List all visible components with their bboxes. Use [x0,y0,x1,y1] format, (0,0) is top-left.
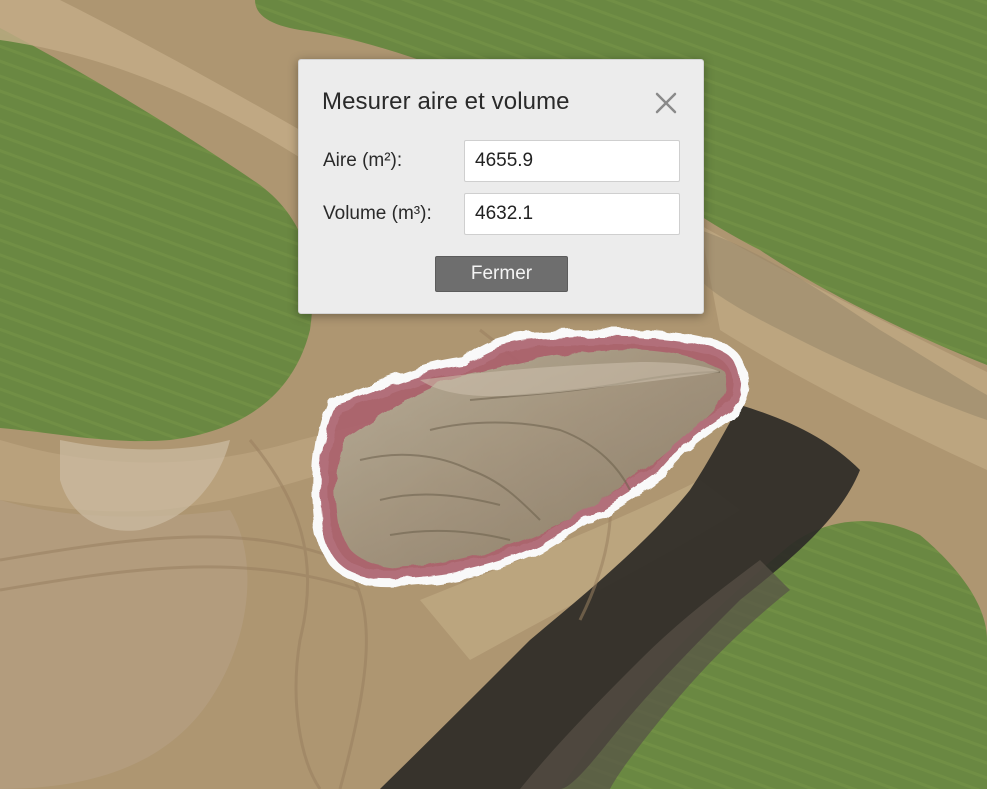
volume-label: Volume (m³): [323,203,432,224]
close-button[interactable]: Fermer [435,256,568,292]
measure-dialog: Mesurer aire et volume Aire (m²): Volume… [298,59,704,314]
area-label: Aire (m²): [323,150,403,171]
volume-field[interactable] [464,193,680,235]
dialog-title: Mesurer aire et volume [322,88,570,115]
area-field[interactable] [464,140,680,182]
close-icon[interactable] [651,88,681,118]
